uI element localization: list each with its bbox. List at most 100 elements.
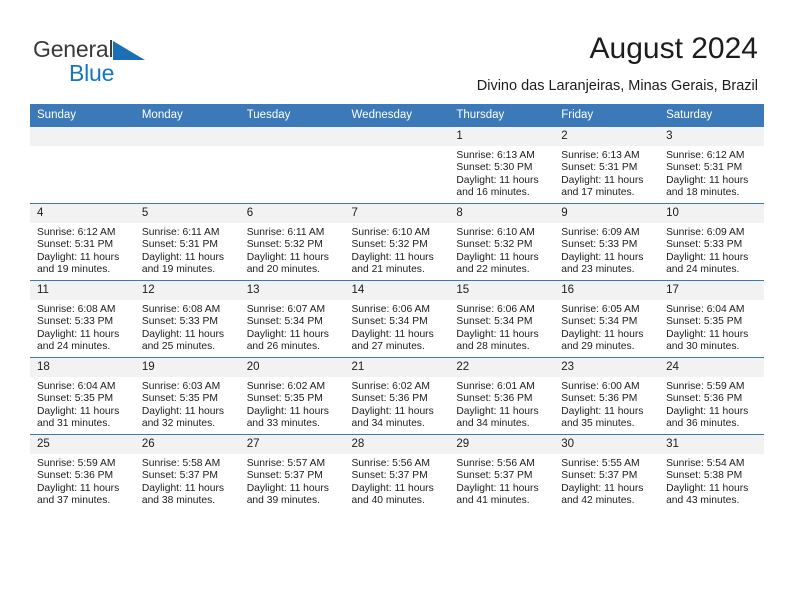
- day-number: 21: [344, 358, 450, 377]
- day-number: 22: [449, 358, 555, 377]
- day-cell-content: 31 Sunrise: 5:54 AM Sunset: 5:38 PM Dayligh…: [659, 435, 764, 511]
- calendar-day-cell[interactable]: 3 Sunrise: 6:12 AM Sunset: 5:31 PM Daylight…: [659, 126, 764, 204]
- sunrise-text: Sunrise: 6:11 AM: [246, 227, 325, 238]
- daylight-text-line2: and 40 minutes.: [351, 495, 425, 507]
- calendar-day-cell[interactable]: 14 Sunrise: 6:06 AM Sunset: 5:34 PM Dayligh…: [344, 280, 450, 358]
- calendar-day-cell[interactable]: 24 Sunrise: 5:59 AM Sunset: 5:36 PM Dayligh…: [659, 357, 764, 435]
- day-sun-info: Sunrise: 6:06 AM Sunset: 5:34 PM Daylight:…: [449, 300, 554, 354]
- day-cell-content: 3 Sunrise: 6:12 AM Sunset: 5:31 PM Daylight…: [659, 127, 764, 203]
- day-number: 26: [134, 435, 240, 454]
- calendar-day-cell[interactable]: 10 Sunrise: 6:09 AM Sunset: 5:33 PM Dayligh…: [659, 203, 764, 281]
- day-cell-content: 6 Sunrise: 6:11 AM Sunset: 5:32 PM Daylight…: [239, 204, 345, 280]
- weekday-header-sunday: Sunday: [30, 104, 135, 127]
- daylight-text-line1: Daylight: 11 hours: [351, 482, 434, 494]
- calendar-day-cell[interactable]: 26 Sunrise: 5:58 AM Sunset: 5:37 PM Dayligh…: [134, 434, 240, 511]
- calendar-day-cell[interactable]: 12 Sunrise: 6:08 AM Sunset: 5:33 PM Dayligh…: [134, 280, 240, 358]
- day-number: 20: [239, 358, 345, 377]
- calendar-day-cell[interactable]: 13 Sunrise: 6:07 AM Sunset: 5:34 PM Dayligh…: [239, 280, 345, 358]
- day-number: 16: [554, 281, 660, 300]
- calendar-day-cell[interactable]: 28 Sunrise: 5:56 AM Sunset: 5:37 PM Dayligh…: [344, 434, 450, 511]
- day-number: 8: [449, 204, 555, 223]
- sunset-text: Sunset: 5:35 PM: [666, 316, 743, 328]
- day-cell-content: 26 Sunrise: 5:58 AM Sunset: 5:37 PM Dayligh…: [134, 435, 240, 511]
- weekday-header-friday: Friday: [554, 104, 660, 127]
- daylight-text-line1: Daylight: 11 hours: [561, 174, 644, 186]
- day-cell-content: 20 Sunrise: 6:02 AM Sunset: 5:35 PM Dayligh…: [239, 358, 345, 434]
- calendar-day-cell[interactable]: 29 Sunrise: 5:56 AM Sunset: 5:37 PM Dayligh…: [449, 434, 555, 511]
- day-number: 15: [449, 281, 555, 300]
- weekday-header-saturday: Saturday: [659, 104, 764, 127]
- day-number: 4: [30, 204, 135, 223]
- day-cell-content: 17 Sunrise: 6:04 AM Sunset: 5:35 PM Dayligh…: [659, 281, 764, 357]
- day-number: 1: [449, 127, 555, 146]
- calendar-day-cell[interactable]: 22 Sunrise: 6:01 AM Sunset: 5:36 PM Dayligh…: [449, 357, 555, 435]
- calendar-day-cell[interactable]: 1 Sunrise: 6:13 AM Sunset: 5:30 PM Daylight…: [449, 126, 555, 204]
- calendar-day-cell[interactable]: 31 Sunrise: 5:54 AM Sunset: 5:38 PM Dayligh…: [659, 434, 764, 511]
- sunrise-text: Sunrise: 5:59 AM: [37, 458, 116, 469]
- sunrise-text: Sunrise: 5:55 AM: [561, 458, 640, 469]
- daylight-text-line1: Daylight: 11 hours: [351, 405, 434, 417]
- day-cell-content: 25 Sunrise: 5:59 AM Sunset: 5:36 PM Dayligh…: [30, 435, 135, 511]
- sunset-text: Sunset: 5:34 PM: [456, 316, 533, 328]
- calendar-day-cell[interactable]: 8 Sunrise: 6:10 AM Sunset: 5:32 PM Daylight…: [449, 203, 555, 281]
- day-sun-info: Sunrise: 6:09 AM Sunset: 5:33 PM Daylight:…: [554, 223, 659, 277]
- day-cell-content: 19 Sunrise: 6:03 AM Sunset: 5:35 PM Dayligh…: [134, 358, 240, 434]
- calendar-day-cell[interactable]: 6 Sunrise: 6:11 AM Sunset: 5:32 PM Daylight…: [239, 203, 345, 281]
- calendar-day-cell[interactable]: 16 Sunrise: 6:05 AM Sunset: 5:34 PM Dayligh…: [554, 280, 660, 358]
- calendar-day-cell[interactable]: 25 Sunrise: 5:59 AM Sunset: 5:36 PM Dayligh…: [30, 434, 135, 511]
- calendar-day-cell[interactable]: 21 Sunrise: 6:02 AM Sunset: 5:36 PM Dayligh…: [344, 357, 450, 435]
- calendar-day-cell[interactable]: 7 Sunrise: 6:10 AM Sunset: 5:32 PM Daylight…: [344, 203, 450, 281]
- brand-logo[interactable]: General Blue: [33, 38, 233, 86]
- daylight-text-line2: and 26 minutes.: [246, 341, 320, 353]
- day-number: 12: [134, 281, 240, 300]
- day-cell-content: 9 Sunrise: 6:09 AM Sunset: 5:33 PM Daylight…: [554, 204, 660, 280]
- sunrise-text: Sunrise: 6:00 AM: [561, 381, 640, 392]
- sunset-text: Sunset: 5:36 PM: [37, 470, 114, 482]
- day-sun-info: Sunrise: 6:12 AM Sunset: 5:31 PM Daylight:…: [659, 146, 764, 200]
- day-cell-content: 28 Sunrise: 5:56 AM Sunset: 5:37 PM Dayligh…: [344, 435, 450, 511]
- calendar-day-cell[interactable]: 2 Sunrise: 6:13 AM Sunset: 5:31 PM Daylight…: [554, 126, 660, 204]
- day-number: 3: [659, 127, 764, 146]
- day-number: 13: [239, 281, 345, 300]
- sunset-text: Sunset: 5:34 PM: [351, 316, 428, 328]
- calendar-day-cell[interactable]: 20 Sunrise: 6:02 AM Sunset: 5:35 PM Dayligh…: [239, 357, 345, 435]
- daylight-text-line2: and 28 minutes.: [456, 341, 530, 353]
- sunset-text: Sunset: 5:35 PM: [246, 393, 323, 405]
- sunrise-text: Sunrise: 6:12 AM: [37, 227, 116, 238]
- calendar-day-cell[interactable]: 17 Sunrise: 6:04 AM Sunset: 5:35 PM Dayligh…: [659, 280, 764, 358]
- calendar-day-cell[interactable]: 11 Sunrise: 6:08 AM Sunset: 5:33 PM Dayligh…: [30, 280, 135, 358]
- day-cell-content: 15 Sunrise: 6:06 AM Sunset: 5:34 PM Dayligh…: [449, 281, 555, 357]
- day-number: [134, 127, 240, 146]
- day-cell-content: 23 Sunrise: 6:00 AM Sunset: 5:36 PM Dayligh…: [554, 358, 660, 434]
- day-number: [239, 127, 345, 146]
- calendar-day-cell[interactable]: 23 Sunrise: 6:00 AM Sunset: 5:36 PM Dayligh…: [554, 357, 660, 435]
- sunrise-text: Sunrise: 5:54 AM: [666, 458, 745, 469]
- brand-word-blue: Blue: [69, 60, 115, 86]
- daylight-text-line1: Daylight: 11 hours: [246, 251, 329, 263]
- page-title: August 2024: [589, 32, 758, 65]
- calendar-day-cell-empty: [344, 126, 450, 204]
- brand-name-top: General: [33, 38, 233, 62]
- calendar-week-row: 4 Sunrise: 6:12 AM Sunset: 5:31 PM Daylight…: [30, 203, 764, 281]
- calendar-day-cell[interactable]: 15 Sunrise: 6:06 AM Sunset: 5:34 PM Dayligh…: [449, 280, 555, 358]
- calendar-day-cell[interactable]: 4 Sunrise: 6:12 AM Sunset: 5:31 PM Daylight…: [30, 203, 135, 281]
- daylight-text-line2: and 24 minutes.: [666, 264, 740, 276]
- day-number: 28: [344, 435, 450, 454]
- sunset-text: Sunset: 5:31 PM: [561, 162, 638, 174]
- weekday-header-wednesday: Wednesday: [344, 104, 450, 127]
- day-cell-content: 27 Sunrise: 5:57 AM Sunset: 5:37 PM Dayligh…: [239, 435, 345, 511]
- daylight-text-line2: and 31 minutes.: [37, 418, 111, 430]
- calendar-day-cell[interactable]: 19 Sunrise: 6:03 AM Sunset: 5:35 PM Dayligh…: [134, 357, 240, 435]
- calendar-day-cell[interactable]: 30 Sunrise: 5:55 AM Sunset: 5:37 PM Dayligh…: [554, 434, 660, 511]
- sunrise-text: Sunrise: 6:10 AM: [456, 227, 535, 238]
- calendar-day-cell[interactable]: 18 Sunrise: 6:04 AM Sunset: 5:35 PM Dayligh…: [30, 357, 135, 435]
- calendar-day-cell[interactable]: 9 Sunrise: 6:09 AM Sunset: 5:33 PM Daylight…: [554, 203, 660, 281]
- calendar-day-cell[interactable]: 27 Sunrise: 5:57 AM Sunset: 5:37 PM Dayligh…: [239, 434, 345, 511]
- daylight-text-line1: Daylight: 11 hours: [561, 251, 644, 263]
- sunrise-text: Sunrise: 5:58 AM: [141, 458, 221, 469]
- day-cell-content: [134, 127, 240, 203]
- sunset-text: Sunset: 5:37 PM: [141, 470, 218, 482]
- day-sun-info: Sunrise: 5:54 AM Sunset: 5:38 PM Daylight:…: [659, 454, 764, 508]
- calendar-day-cell[interactable]: 5 Sunrise: 6:11 AM Sunset: 5:31 PM Daylight…: [134, 203, 240, 281]
- sunset-text: Sunset: 5:34 PM: [561, 316, 638, 328]
